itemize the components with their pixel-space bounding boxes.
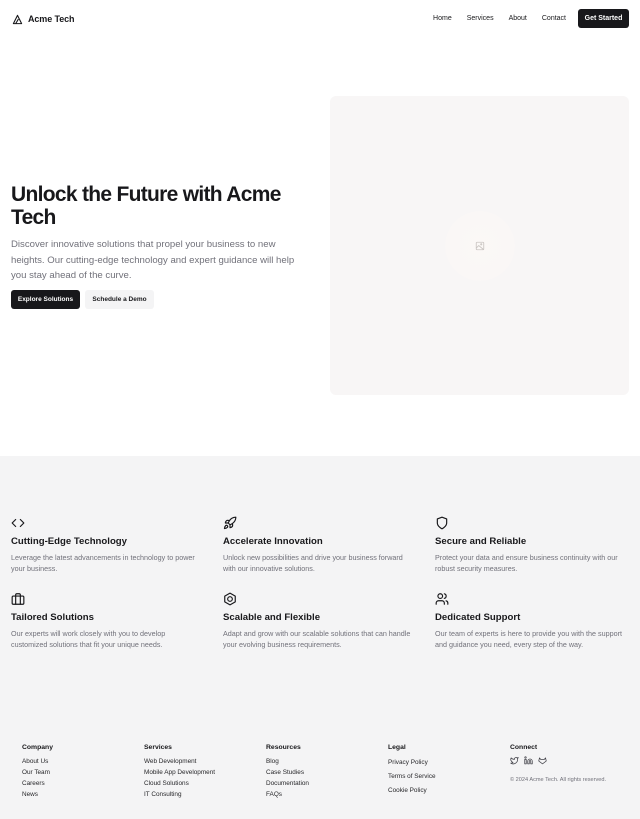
linkedin-icon[interactable]: [524, 756, 533, 765]
shield-icon: [436, 516, 448, 530]
footer-link[interactable]: Blog: [266, 756, 309, 767]
hero-subtitle: Discover innovative solutions that prope…: [11, 239, 295, 281]
feature-description: Leverage the latest advancements in tech…: [11, 553, 195, 574]
feature-title: Accelerate Innovation: [223, 536, 323, 547]
feature-title: Dedicated Support: [435, 612, 521, 623]
footer-column-title: Legal: [388, 744, 406, 751]
footer-link[interactable]: Web Development: [144, 756, 215, 767]
hero-image: [330, 96, 629, 395]
feature-card: Secure and Reliable Protect your data an…: [435, 516, 625, 574]
footer-column-title: Connect: [510, 744, 538, 751]
footer-column-services: Services Web Development Mobile App Deve…: [144, 744, 215, 800]
footer-column-resources: Resources Blog Case Studies Documentatio…: [266, 744, 309, 800]
footer-column-title: Resources: [266, 744, 301, 751]
get-started-button[interactable]: Get Started: [578, 9, 629, 28]
footer-link[interactable]: IT Consulting: [144, 789, 215, 800]
nav-contact[interactable]: Contact: [542, 15, 566, 22]
footer-column-title: Company: [22, 744, 53, 751]
footer-column-connect: Connect © 2024 Acme Tech. All rights res…: [510, 744, 606, 783]
footer-link[interactable]: Terms of Service: [388, 770, 436, 784]
footer-link[interactable]: Our Team: [22, 767, 53, 778]
footer-link[interactable]: Careers: [22, 778, 53, 789]
feature-description: Protect your data and ensure business co…: [435, 553, 618, 574]
nav-about[interactable]: About: [509, 15, 527, 22]
feature-title: Secure and Reliable: [435, 536, 527, 547]
brand-logo[interactable]: Acme Tech: [12, 14, 75, 25]
explore-solutions-button[interactable]: Explore Solutions: [11, 290, 80, 309]
hero-actions: Explore Solutions Schedule a Demo: [11, 290, 154, 309]
feature-title: Cutting-Edge Technology: [11, 536, 128, 547]
feature-card: Cutting-Edge Technology Leverage the lat…: [11, 516, 201, 574]
footer-column-title: Services: [144, 744, 172, 751]
nav-services[interactable]: Services: [467, 15, 494, 22]
mountain-icon: [12, 14, 23, 24]
feature-description: Our team of experts is here to provide y…: [435, 629, 622, 650]
feature-card: Accelerate Innovation Unlock new possibi…: [223, 516, 413, 574]
feature-card: Dedicated Support Our team of experts is…: [435, 592, 625, 650]
schedule-demo-button[interactable]: Schedule a Demo: [85, 290, 154, 309]
social-links: [510, 756, 606, 765]
main-nav: Home Services About Contact Get Started: [433, 9, 629, 28]
features-section: Cutting-Edge Technology Leverage the lat…: [0, 456, 640, 726]
twitter-icon[interactable]: [510, 756, 519, 765]
feature-description: Unlock new possibilities and drive your …: [223, 553, 403, 574]
feature-description: Our experts will work closely with you t…: [11, 629, 166, 650]
footer-link[interactable]: Cookie Policy: [388, 784, 436, 798]
briefcase-icon: [11, 593, 25, 605]
feature-title: Tailored Solutions: [11, 612, 94, 623]
footer-column-legal: Legal Privacy Policy Terms of Service Co…: [388, 744, 436, 798]
hero-title: Unlock the Future with Acme Tech: [11, 183, 281, 229]
site-footer: Company About Us Our Team Careers News S…: [0, 726, 640, 819]
footer-link[interactable]: About Us: [22, 756, 53, 767]
site-header: Acme Tech Home Services About Contact Ge…: [0, 0, 640, 38]
footer-link[interactable]: Privacy Policy: [388, 756, 436, 770]
copyright-text: © 2024 Acme Tech. All rights reserved.: [510, 777, 607, 783]
footer-link[interactable]: Mobile App Development: [144, 767, 215, 778]
nav-home[interactable]: Home: [433, 15, 452, 22]
code-icon: [11, 518, 25, 528]
footer-link[interactable]: Cloud Solutions: [144, 778, 215, 789]
feature-card: Tailored Solutions Our experts will work…: [11, 592, 201, 650]
footer-link[interactable]: Case Studies: [266, 767, 309, 778]
brand-name: Acme Tech: [28, 14, 75, 24]
footer-column-company: Company About Us Our Team Careers News: [22, 744, 53, 800]
users-icon: [435, 593, 449, 605]
feature-card: Scalable and Flexible Adapt and grow wit…: [223, 592, 413, 650]
footer-link[interactable]: News: [22, 789, 53, 800]
footer-link[interactable]: Documentation: [266, 778, 309, 789]
github-icon[interactable]: [538, 756, 547, 765]
rocket-icon: [223, 516, 237, 530]
hero-image-glow: [444, 210, 515, 281]
image-placeholder-icon: [475, 241, 484, 250]
footer-link[interactable]: FAQs: [266, 789, 309, 800]
hexagon-nut-icon: [224, 592, 236, 606]
feature-description: Adapt and grow with our scalable solutio…: [223, 629, 411, 650]
feature-title: Scalable and Flexible: [223, 612, 321, 623]
